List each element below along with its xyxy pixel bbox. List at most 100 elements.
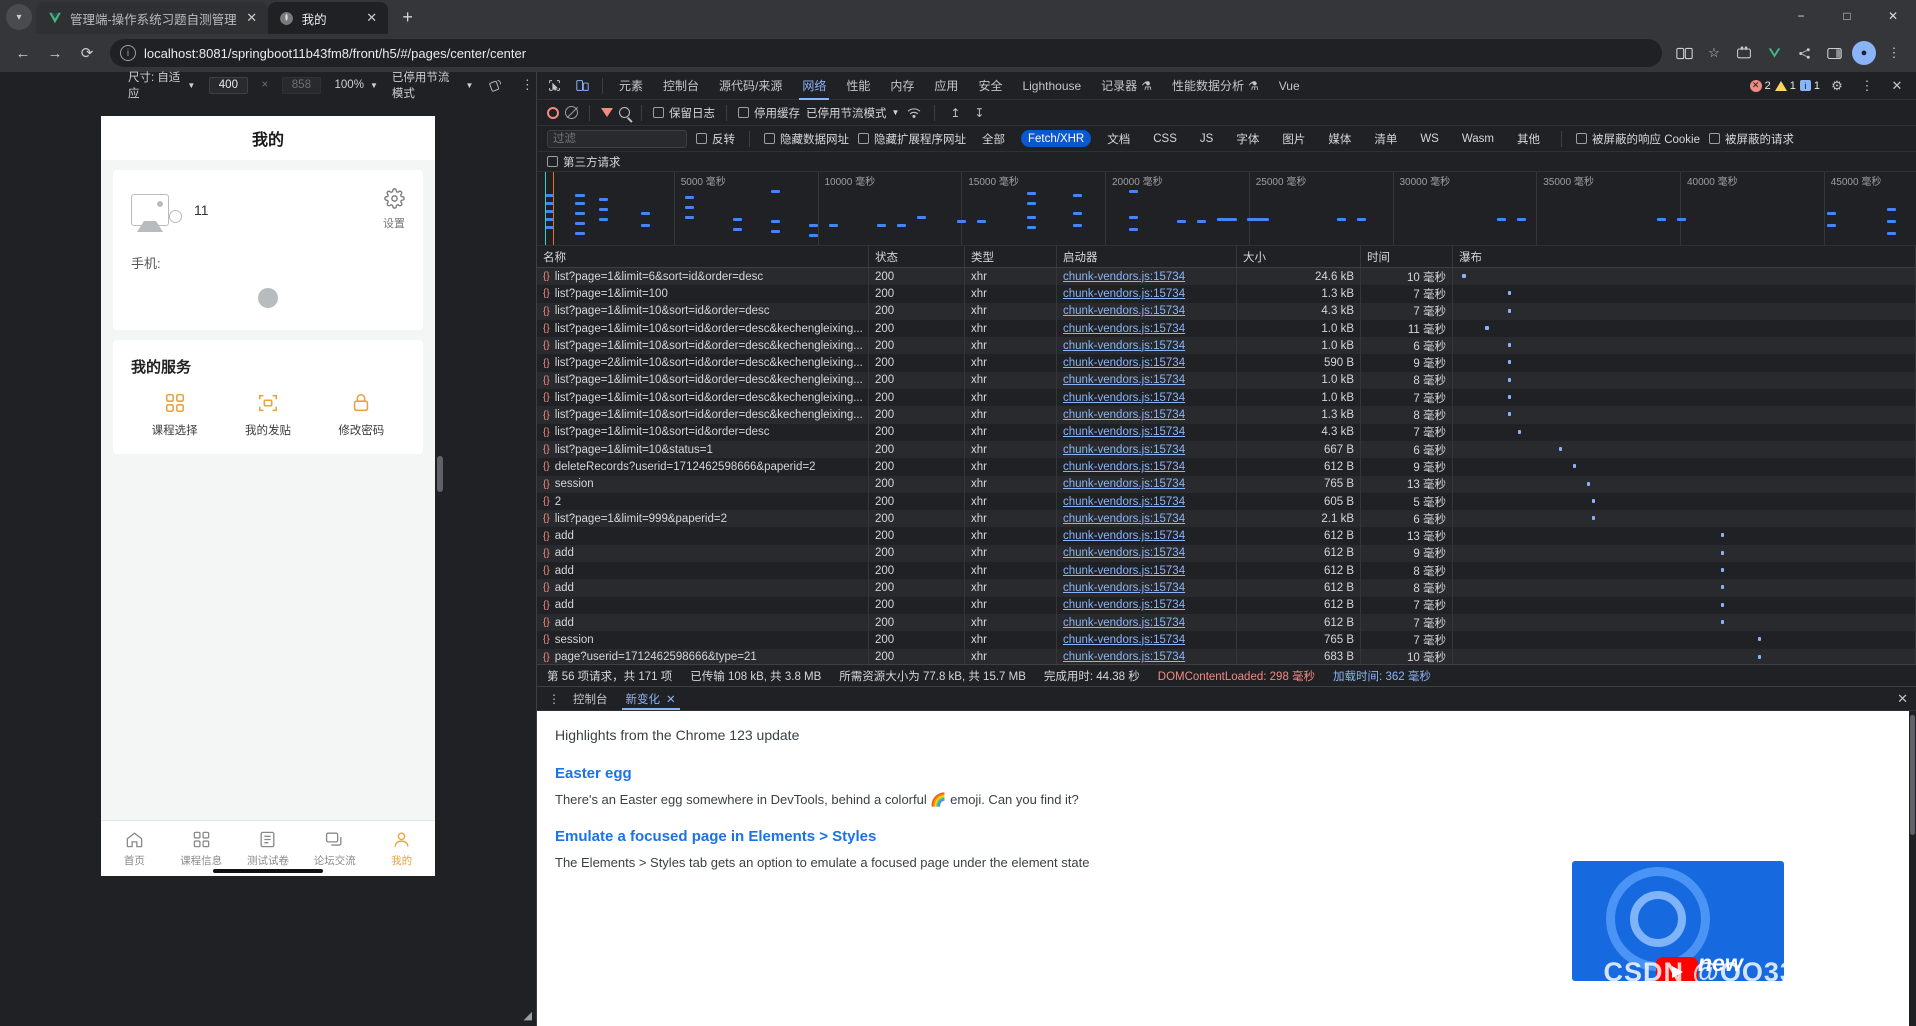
device-resize-handle[interactable] [437,456,443,492]
drawer-scrollbar[interactable] [1909,711,1916,1026]
kebab-menu-icon[interactable]: ⋮ [1880,39,1908,67]
device-zoom-select[interactable]: 100% ▼ [335,79,378,91]
throttle-select[interactable]: 已停用节流模式 ▼ [806,105,899,121]
device-size-select[interactable]: 尺寸: 自适应 ▼ [128,69,195,101]
sidebar-icon[interactable] [1820,39,1848,67]
preserve-log-checkbox[interactable]: 保留日志 [653,105,715,121]
table-row[interactable]: {} list?page=2&limit=10&sort=id&order=des… [537,354,1916,372]
export-har-icon[interactable]: ↧ [970,104,988,122]
filter-chip-other[interactable]: 其他 [1510,130,1547,147]
table-row[interactable]: {} add 200 xhr chunk-vendors.js:15734 612 B 8 … [537,579,1916,597]
service-item-my-post[interactable]: 我的发贴 [224,391,311,438]
kebab-menu-icon[interactable]: ⋮ [1854,74,1880,98]
warning-counter[interactable]: 1 [1774,80,1796,92]
import-har-icon[interactable]: ↥ [946,104,964,122]
close-icon[interactable]: ✕ [666,692,676,706]
table-row[interactable]: {} session 200 xhr chunk-vendors.js:15734 765… [537,631,1916,649]
table-row[interactable]: {} page?userid=1712462598666&type=21 200 xh… [537,648,1916,664]
close-icon[interactable]: ✕ [244,10,260,26]
blocked-cookies-checkbox[interactable]: 被屏蔽的响应 Cookie [1576,131,1700,147]
drawer-tab-whats-new[interactable]: 新变化 ✕ [618,688,684,710]
table-row[interactable]: {} list?page=1&limit=999&paperid=2 200 xhr c… [537,510,1916,528]
device-resize-corner[interactable]: ◢ [524,1009,532,1022]
bookmark-star-icon[interactable]: ☆ [1700,39,1728,67]
tab-course-info[interactable]: 课程信息 [168,830,235,868]
table-row[interactable]: {} list?page=1&limit=6&sort=id&order=desc… [537,268,1916,286]
settings-gear-icon[interactable]: ⚙ [1824,74,1850,98]
tab-network[interactable]: 网络 [793,73,835,100]
close-icon[interactable]: ✕ [364,10,380,26]
info-icon[interactable]: i [120,45,136,61]
browser-tab-0[interactable]: 管理端-操作系统习题自测管理 ✕ [36,2,268,34]
th-time[interactable]: 时间 [1361,246,1453,267]
table-row[interactable]: {} list?page=1&limit=10&sort=id&order=des… [537,371,1916,390]
tab-vue[interactable]: Vue [1270,73,1309,99]
tab-forum[interactable]: 论坛交流 [301,830,368,868]
th-size[interactable]: 大小 [1237,246,1361,267]
kebab-menu-icon[interactable]: ⋮ [519,75,536,95]
filter-chip-wasm[interactable]: Wasm [1455,130,1501,147]
inspect-element-icon[interactable] [541,74,567,98]
table-row[interactable]: {} list?page=1&limit=10&sort=id&order=des… [537,389,1916,407]
filter-chip-css[interactable]: CSS [1146,130,1184,147]
tab-lighthouse[interactable]: Lighthouse [1013,73,1090,99]
service-item-change-password[interactable]: 修改密码 [318,391,405,438]
tab-test-paper[interactable]: 测试试卷 [235,830,302,868]
table-row[interactable]: {} list?page=1&limit=100 200 xhr chunk-vendo… [537,285,1916,303]
tab-search-button[interactable]: ▾ [6,4,32,30]
record-stop-icon[interactable] [547,106,559,119]
filter-chip-font[interactable]: 字体 [1229,130,1266,147]
service-item-course-select[interactable]: 课程选择 [131,391,218,438]
tab-memory[interactable]: 内存 [881,73,923,99]
table-row[interactable]: {} list?page=1&limit=10&sort=id&order=des… [537,319,1916,338]
th-initiator[interactable]: 启动器 [1057,246,1237,267]
filter-chip-all[interactable]: 全部 [975,130,1012,147]
table-row[interactable]: {} add 200 xhr chunk-vendors.js:15734 612 B 13… [537,527,1916,545]
filter-chip-fetch-xhr[interactable]: Fetch/XHR [1021,130,1092,147]
rotate-icon[interactable] [487,75,504,95]
table-row[interactable]: {} list?page=1&limit=10&sort=id&order=des… [537,423,1916,441]
scrollbar-thumb[interactable] [1910,715,1915,835]
browser-tab-1[interactable]: 我的 ✕ [267,2,388,34]
whats-new-section-1-title[interactable]: Emulate a focused page in Elements > Sty… [555,828,1898,845]
th-waterfall[interactable]: 瀑布 [1453,246,1916,267]
tab-home[interactable]: 首页 [101,830,168,868]
table-row[interactable]: {} add 200 xhr chunk-vendors.js:15734 612 B 7 … [537,613,1916,632]
settings-button[interactable]: 设置 [383,188,405,231]
filter-chip-img[interactable]: 图片 [1275,130,1312,147]
whats-new-section-0-title[interactable]: Easter egg [555,765,1898,782]
filter-chip-js[interactable]: JS [1193,130,1220,147]
extensions-icon[interactable] [1730,39,1758,67]
tab-console[interactable]: 控制台 [654,73,708,99]
back-icon[interactable]: ← [8,38,38,68]
th-type[interactable]: 类型 [965,246,1057,267]
table-row[interactable]: {} add 200 xhr chunk-vendors.js:15734 612 B 9 … [537,544,1916,563]
forward-icon[interactable]: → [40,38,70,68]
address-bar[interactable]: i localhost:8081/springboot11b43fm8/fron… [110,39,1662,67]
tab-security[interactable]: 安全 [969,73,1011,99]
close-icon[interactable]: ✕ [1884,74,1910,98]
table-row[interactable]: {} list?page=1&limit=10&sort=id&order=des… [537,406,1916,424]
new-tab-button[interactable]: + [394,3,422,31]
third-party-checkbox[interactable]: 第三方请求 [547,154,621,170]
drawer-close-icon[interactable]: ✕ [1897,691,1916,707]
table-row[interactable]: {} add 200 xhr chunk-vendors.js:15734 612 B 8 … [537,562,1916,580]
device-width-input[interactable]: 400 [209,76,248,94]
table-row[interactable]: {} list?page=1&limit=10&sort=id&order=des… [537,337,1916,355]
search-icon[interactable] [619,107,630,118]
filter-chip-media[interactable]: 媒体 [1321,130,1358,147]
clear-icon[interactable] [565,106,578,119]
maximize-icon[interactable]: □ [1824,0,1870,32]
device-height-input[interactable]: 858 [282,76,321,94]
network-overview[interactable]: 5000 毫秒 10000 毫秒 15000 毫秒 20000 毫秒 25000 毫秒 3… [537,172,1916,246]
hide-extension-urls-checkbox[interactable]: 隐藏扩展程序网址 [858,131,966,147]
disable-cache-checkbox[interactable]: 停用缓存 [738,105,800,121]
kebab-menu-icon[interactable]: ⋮ [545,690,563,708]
th-name[interactable]: 名称 [537,246,869,267]
filter-chip-manifest[interactable]: 清单 [1367,130,1404,147]
filter-icon[interactable] [601,108,613,117]
share-icon[interactable] [1790,39,1818,67]
filter-chip-doc[interactable]: 文档 [1100,130,1137,147]
minimize-icon[interactable]: − [1778,0,1824,32]
image-placeholder-icon[interactable] [131,193,169,232]
